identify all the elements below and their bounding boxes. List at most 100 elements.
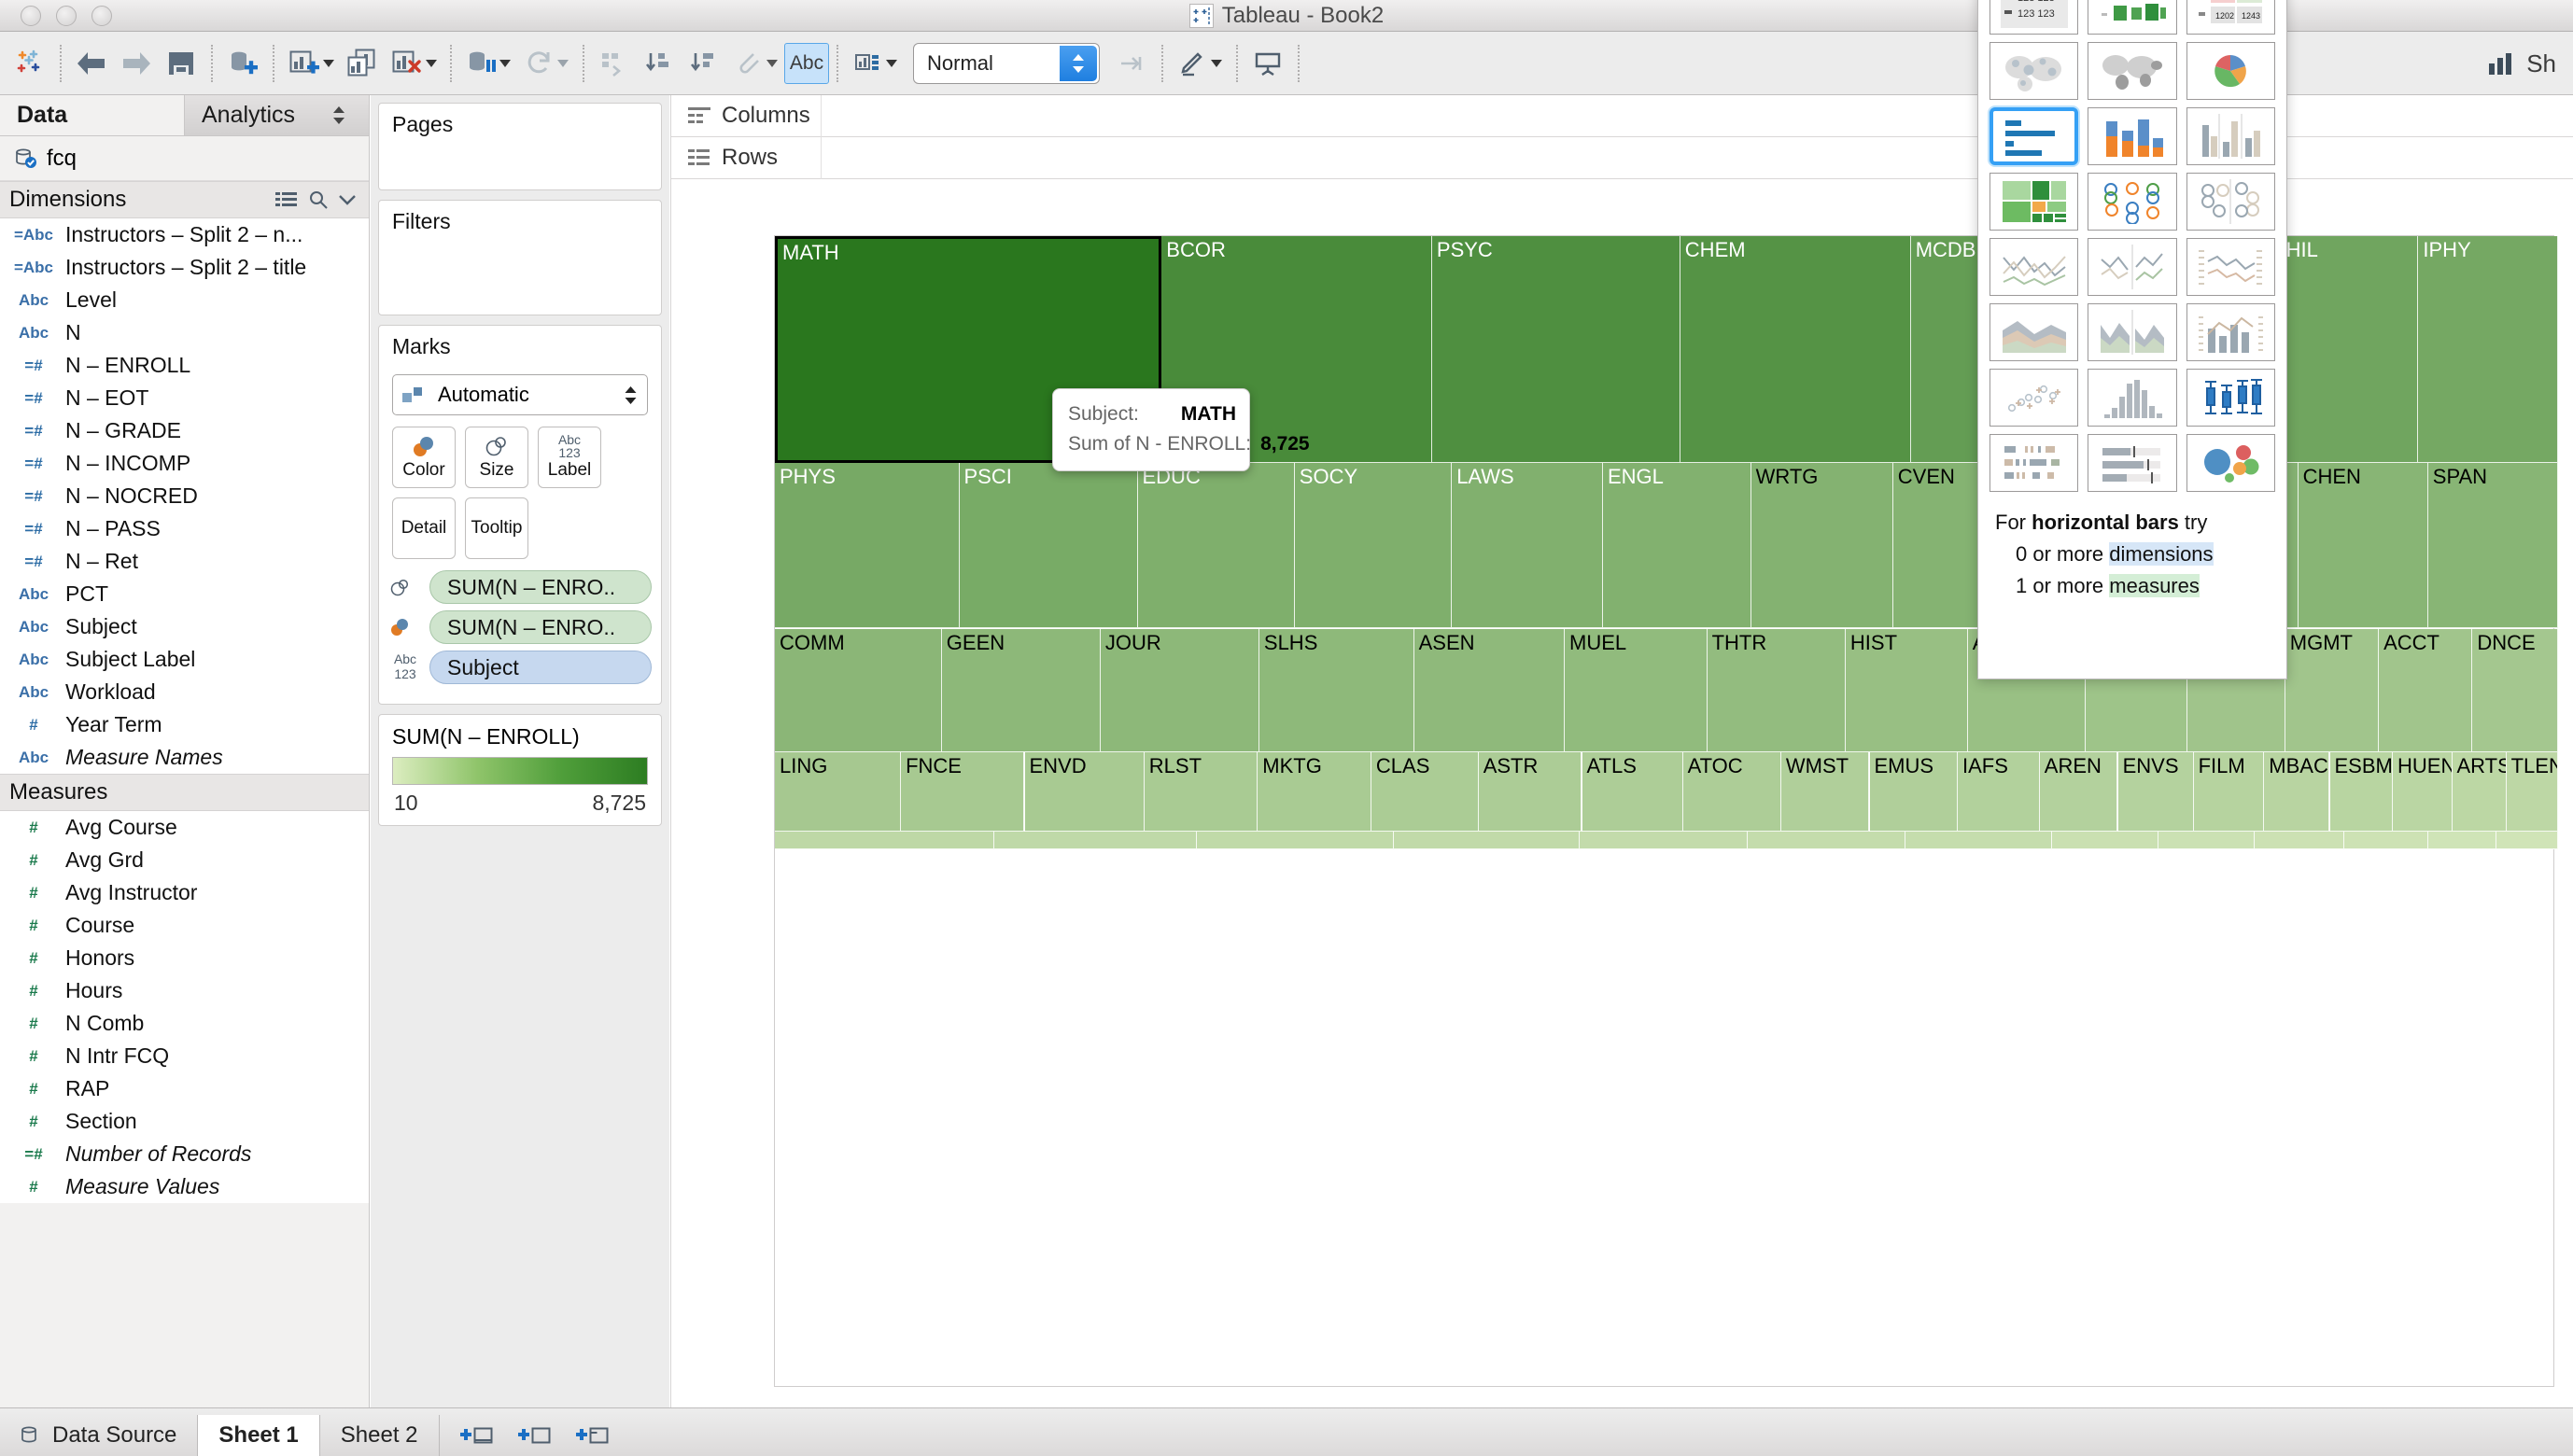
duplicate-sheet-icon[interactable] <box>340 41 385 86</box>
show-me-stacked-bars-cell[interactable] <box>2088 107 2177 165</box>
field-item[interactable]: # Avg Instructor <box>0 876 369 909</box>
fit-select[interactable]: Normal <box>913 42 1100 84</box>
marks-color-button[interactable]: Color <box>392 427 456 488</box>
treemap-tile[interactable]: IAFS <box>1958 751 2040 832</box>
treemap-tile[interactable]: CHEN <box>2298 462 2428 629</box>
treemap-tile[interactable]: SOCY <box>1294 462 1453 629</box>
chevron-down-icon[interactable] <box>886 59 897 67</box>
treemap-tile[interactable]: SLHS <box>1258 628 1414 752</box>
show-me-bullet-graph-cell[interactable] <box>2088 434 2177 492</box>
field-item[interactable]: # Section <box>0 1105 369 1138</box>
show-me-side-by-side-bars-cell[interactable] <box>2186 107 2275 165</box>
chevron-down-icon[interactable] <box>499 59 511 67</box>
mark-pill[interactable]: SUM(N – ENRO.. <box>429 570 652 604</box>
show-me-dual-combination-cell[interactable] <box>2186 303 2275 361</box>
show-me-scatter-plot-cell[interactable] <box>1990 369 2079 427</box>
rows-shelf[interactable]: Rows <box>671 136 2573 179</box>
field-item[interactable]: Abc PCT <box>0 578 369 610</box>
show-me-filled-map-cell[interactable] <box>2088 42 2177 100</box>
treemap-tile[interactable]: ATLS <box>1582 751 1683 832</box>
treemap-tile[interactable] <box>1579 831 1749 849</box>
treemap-tile[interactable] <box>775 831 994 849</box>
forward-arrow-icon[interactable] <box>114 41 159 86</box>
field-item[interactable]: =# N – EOT <box>0 382 369 414</box>
treemap-tile[interactable]: GEEN <box>941 628 1101 752</box>
treemap-tile[interactable]: ENGL <box>1603 462 1751 629</box>
treemap-tile[interactable]: PHIL <box>2268 236 2419 463</box>
presentation-mode-icon[interactable] <box>1245 41 1290 86</box>
field-item[interactable]: # Year Term <box>0 708 369 741</box>
treemap-tile[interactable]: HUEN <box>2393 751 2453 832</box>
field-item[interactable]: =# N – ENROLL <box>0 349 369 382</box>
show-me-gantt-chart-cell[interactable] <box>1990 434 2079 492</box>
treemap-tile[interactable] <box>2428 831 2496 849</box>
treemap-tile[interactable]: MBAC <box>2264 751 2330 832</box>
marks-tooltip-button[interactable]: Tooltip <box>465 497 528 559</box>
treemap-tile[interactable]: ENVD <box>1024 751 1145 832</box>
treemap-tile[interactable]: MGMT <box>2285 628 2380 752</box>
search-icon[interactable] <box>309 190 328 209</box>
treemap-tile[interactable]: PSYC <box>1431 236 1680 463</box>
treemap-tile[interactable]: TLEN <box>2506 751 2558 832</box>
treemap-tile[interactable]: WMST <box>1780 751 1870 832</box>
field-item[interactable]: # Avg Course <box>0 811 369 844</box>
tab-sheet-1[interactable]: Sheet 1 <box>198 1415 320 1456</box>
show-me-circle-views-cell[interactable] <box>2088 173 2177 231</box>
pages-drop-zone[interactable] <box>379 143 661 199</box>
treemap-tile[interactable]: WRTG <box>1750 462 1893 629</box>
show-mark-labels-icon[interactable]: Abc <box>784 42 829 84</box>
show-me-area-charts-continuous-cell[interactable] <box>1990 303 2079 361</box>
show-me-horizontal-bars-cell[interactable] <box>1990 107 2079 165</box>
show-me-treemap-cell[interactable] <box>1990 173 2079 231</box>
field-item[interactable]: # Measure Values <box>0 1170 369 1203</box>
field-item[interactable]: # RAP <box>0 1072 369 1105</box>
show-me-lines-discrete-cell[interactable] <box>2088 238 2177 296</box>
field-item[interactable]: # Hours <box>0 974 369 1007</box>
mark-pill[interactable]: SUM(N – ENRO.. <box>429 610 652 644</box>
show-me-symbol-map-cell[interactable] <box>1990 42 2079 100</box>
chevron-down-icon[interactable] <box>1211 59 1222 67</box>
treemap-tile[interactable] <box>1905 831 2052 849</box>
refresh-icon[interactable] <box>517 41 575 86</box>
treemap-tile[interactable]: CHEM <box>1680 236 1911 463</box>
mark-type-stepper[interactable] <box>624 385 638 404</box>
treemap-tile[interactable] <box>2344 831 2429 849</box>
show-me-histogram-cell[interactable] <box>2088 369 2177 427</box>
columns-drop-zone[interactable] <box>821 94 2573 137</box>
treemap-tile[interactable]: LAWS <box>1452 462 1604 629</box>
field-item[interactable]: Abc Subject Label <box>0 643 369 676</box>
show-me-heat-map-cell[interactable] <box>2088 0 2177 35</box>
field-item[interactable]: Abc Workload <box>0 676 369 708</box>
treemap-tile[interactable]: ASEN <box>1413 628 1565 752</box>
tab-data-source[interactable]: Data Source <box>0 1415 199 1456</box>
swap-rows-columns-icon[interactable] <box>592 41 637 86</box>
field-item[interactable]: =# N – PASS <box>0 512 369 545</box>
mark-type-select[interactable]: Automatic <box>392 374 648 415</box>
clear-sheet-icon[interactable] <box>385 41 443 86</box>
treemap-tile[interactable]: HIST <box>1845 628 1968 752</box>
datasource-row[interactable]: fcq <box>0 136 369 181</box>
field-item[interactable]: =Abc Instructors – Split 2 – n... <box>0 218 369 251</box>
highlight-icon[interactable] <box>726 41 784 86</box>
treemap-tile[interactable]: PSCI <box>959 462 1138 629</box>
save-icon[interactable] <box>159 41 204 86</box>
treemap-tile[interactable]: PHYS <box>775 462 960 629</box>
treemap-tile[interactable]: SPAN <box>2427 462 2558 629</box>
treemap-tile[interactable] <box>1748 831 1906 849</box>
treemap-tile[interactable]: EMUS <box>1869 751 1959 832</box>
show-me-pie-chart-cell[interactable] <box>2186 42 2275 100</box>
new-data-source-icon[interactable] <box>220 41 265 86</box>
treemap-tile[interactable]: MKTG <box>1258 751 1371 832</box>
grid-view-icon[interactable] <box>275 191 298 208</box>
treemap-tile[interactable]: ESBM <box>2329 751 2393 832</box>
marks-label-button[interactable]: Abc 123 Label <box>538 427 601 488</box>
chevron-down-icon[interactable] <box>557 59 569 67</box>
columns-shelf[interactable]: Columns <box>671 94 2573 137</box>
treemap-tile[interactable] <box>2254 831 2344 849</box>
treemap-tile[interactable] <box>2158 831 2255 849</box>
treemap-tile[interactable]: THTR <box>1707 628 1846 752</box>
field-item[interactable]: # Honors <box>0 942 369 974</box>
format-icon[interactable] <box>1171 41 1229 86</box>
new-story-tab-icon[interactable] <box>575 1423 610 1448</box>
treemap-tile[interactable] <box>2051 831 2159 849</box>
